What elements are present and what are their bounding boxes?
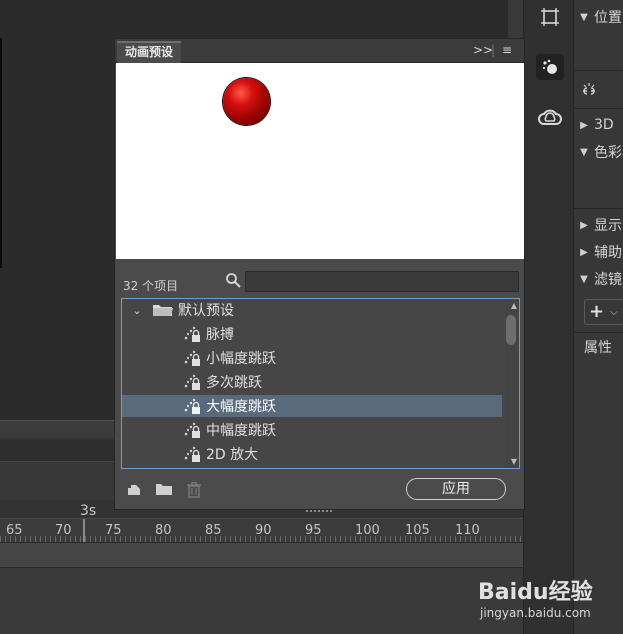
tree-folder-default-presets[interactable]: ⌄ 默认预设 bbox=[122, 299, 502, 321]
tree-label: 小幅度跳跃 bbox=[206, 351, 276, 367]
preset-tree[interactable]: ⌄ 默认预设 脉搏 小幅度跳跃 多次跳跃 大幅度跳跃 中幅度跳跃 2D 放大 ▲… bbox=[121, 298, 520, 469]
cc-libraries-panel-button[interactable] bbox=[536, 106, 564, 132]
tree-label: 脉搏 bbox=[206, 327, 234, 343]
chevron-down-icon[interactable]: ⌄ bbox=[126, 304, 148, 317]
section-label: 辅助 bbox=[594, 245, 622, 261]
ruler-label: 100 bbox=[355, 523, 380, 538]
ruler-label: 85 bbox=[205, 523, 222, 538]
align-icon bbox=[541, 8, 559, 26]
section-label: 3D bbox=[594, 117, 614, 133]
tree-label: 多次跳跃 bbox=[206, 375, 262, 391]
scroll-thumb[interactable] bbox=[506, 315, 516, 345]
tree-label: 大幅度跳跃 bbox=[206, 399, 276, 415]
apply-button[interactable]: 应用 bbox=[406, 478, 506, 500]
creative-cloud-icon bbox=[538, 109, 562, 125]
ruler-label: 75 bbox=[105, 523, 122, 538]
expand-right-icon: ▶ bbox=[580, 246, 588, 258]
folder-icon bbox=[153, 305, 173, 316]
motion-presets-panel: 动画预设 >> | ≡ 32 个项目 ⌄ 默认预设 脉搏 小幅度跳跃 多次跳跃 … bbox=[114, 38, 525, 510]
tree-label: 中幅度跳跃 bbox=[206, 423, 276, 439]
properties-panel: ▼ 位置 ▶ 3D ▼ 色彩 ▶ 显示 ▶ 辅助 ▼ 滤镜 + ⌵ 属性 bbox=[573, 0, 623, 634]
panel-menu-icon[interactable]: ≡ bbox=[502, 43, 512, 57]
expand-down-icon: ▼ bbox=[580, 273, 588, 285]
section-accessibility[interactable]: ▶ 辅助 bbox=[574, 239, 623, 265]
expand-right-icon: ▶ bbox=[580, 119, 588, 131]
header-divider: | bbox=[491, 43, 496, 57]
section-position[interactable]: ▼ 位置 bbox=[574, 4, 623, 30]
section-label: 显示 bbox=[594, 218, 622, 234]
timeline-layers-area bbox=[0, 568, 523, 634]
tree-item-medium-bounce[interactable]: 中幅度跳跃 bbox=[122, 419, 502, 441]
search-input[interactable] bbox=[245, 271, 519, 292]
preset-preview bbox=[116, 63, 524, 259]
panel-header: 动画预设 >> | ≡ bbox=[115, 39, 524, 63]
tree-item-pulse[interactable]: 脉搏 bbox=[122, 323, 502, 345]
baidu-jingyan-watermark: Baidu经验 jingyan.baidu.com bbox=[478, 574, 623, 630]
divider bbox=[574, 108, 623, 109]
preset-locked-icon bbox=[184, 398, 200, 414]
playhead-time-label: 3s bbox=[80, 503, 97, 519]
save-preset-icon[interactable] bbox=[127, 482, 141, 496]
search-icon bbox=[226, 273, 241, 288]
add-filter-button[interactable]: + ⌵ bbox=[584, 299, 623, 325]
chevron-down-icon: ⌵ bbox=[610, 306, 618, 318]
expand-down-icon: ▼ bbox=[580, 11, 588, 23]
ruler-label: 80 bbox=[155, 523, 172, 538]
section-color[interactable]: ▼ 色彩 bbox=[574, 139, 623, 165]
section-label: 色彩 bbox=[594, 145, 622, 161]
new-folder-icon[interactable] bbox=[155, 482, 173, 496]
align-panel-button[interactable] bbox=[536, 4, 564, 30]
panel-icon-column bbox=[523, 0, 573, 634]
preset-locked-icon bbox=[184, 374, 200, 390]
tab-motion-presets[interactable]: 动画预设 bbox=[117, 41, 182, 63]
section-filters[interactable]: ▼ 滤镜 bbox=[574, 266, 623, 292]
ruler-label: 70 bbox=[55, 523, 72, 538]
ruler-label: 95 bbox=[305, 523, 322, 538]
preset-locked-icon bbox=[184, 326, 200, 342]
stage-canvas-edge bbox=[0, 38, 2, 268]
divider bbox=[574, 332, 623, 333]
timeline-frames[interactable] bbox=[0, 542, 523, 568]
tree-item-2d-scale-up[interactable]: 2D 放大 bbox=[122, 443, 502, 465]
motion-presets-panel-button[interactable] bbox=[536, 54, 564, 80]
tree-label: 2D 放大 bbox=[206, 447, 259, 463]
section-3d[interactable]: ▶ 3D bbox=[574, 112, 623, 138]
preset-locked-icon bbox=[184, 350, 200, 366]
watermark-logo: Baidu经验 bbox=[478, 580, 593, 605]
trash-icon[interactable] bbox=[187, 482, 201, 498]
expand-right-icon: ▶ bbox=[580, 219, 588, 231]
ruler-label: 105 bbox=[405, 523, 430, 538]
section-label: 位置 bbox=[594, 10, 622, 26]
expand-down-icon: ▼ bbox=[580, 146, 588, 158]
section-display[interactable]: ▶ 显示 bbox=[574, 212, 623, 238]
ruler-label: 110 bbox=[455, 523, 480, 538]
tree-item-small-bounce[interactable]: 小幅度跳跃 bbox=[122, 347, 502, 369]
tree-label: 默认预设 bbox=[178, 303, 234, 319]
preview-ball bbox=[223, 78, 270, 125]
link-icon bbox=[583, 83, 595, 95]
ruler-label: 90 bbox=[255, 523, 272, 538]
scroll-up-icon[interactable]: ▲ bbox=[511, 301, 517, 310]
tree-item-large-bounce[interactable]: 大幅度跳跃 bbox=[122, 395, 502, 417]
tree-scrollbar[interactable]: ▲ ▼ bbox=[505, 299, 519, 468]
section-label: 滤镜 bbox=[594, 272, 622, 288]
divider bbox=[574, 70, 623, 71]
scroll-down-icon[interactable]: ▼ bbox=[511, 457, 517, 466]
ruler-label: 65 bbox=[6, 523, 23, 538]
tree-item-multi-bounce[interactable]: 多次跳跃 bbox=[122, 371, 502, 393]
divider bbox=[574, 208, 623, 209]
playhead[interactable] bbox=[83, 519, 85, 543]
watermark-url: jingyan.baidu.com bbox=[480, 606, 591, 620]
attributes-label: 属性 bbox=[584, 340, 612, 356]
preset-locked-icon bbox=[184, 422, 200, 438]
motion-presets-icon bbox=[542, 59, 557, 74]
item-count: 32 个项目 bbox=[123, 279, 179, 293]
plus-icon: + bbox=[589, 301, 605, 322]
link-constraint-toggle[interactable] bbox=[574, 78, 623, 104]
preset-locked-icon bbox=[184, 446, 200, 462]
